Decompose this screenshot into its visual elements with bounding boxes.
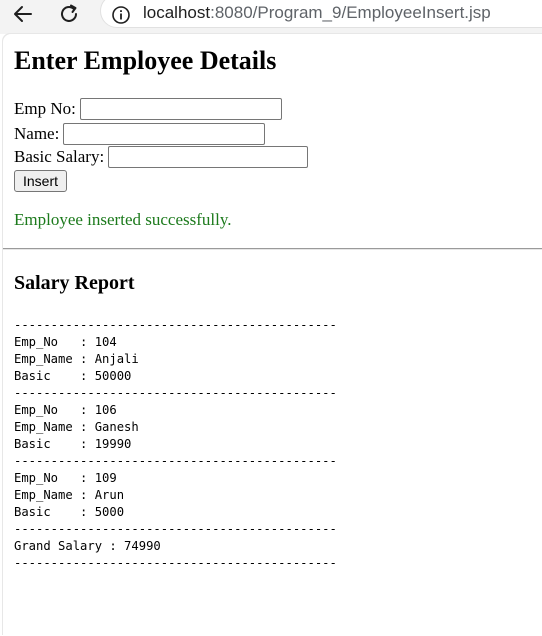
info-icon[interactable] bbox=[111, 5, 131, 25]
empno-row: Emp No: bbox=[14, 98, 282, 120]
salary-report: ----------------------------------------… bbox=[14, 317, 337, 572]
report-line: ----------------------------------------… bbox=[14, 386, 337, 400]
report-line: ----------------------------------------… bbox=[14, 454, 337, 468]
address-bar[interactable]: localhost:8080/Program_9/EmployeeInsert.… bbox=[100, 0, 542, 28]
salary-input[interactable] bbox=[108, 146, 309, 168]
insert-button[interactable]: Insert bbox=[14, 170, 68, 192]
page-viewport: Enter Employee Details Emp No: Name: Bas… bbox=[3, 34, 542, 636]
back-button[interactable] bbox=[6, 0, 40, 28]
report-title: Salary Report bbox=[14, 272, 135, 294]
url-path: :8080/Program_9/EmployeeInsert.jsp bbox=[210, 3, 491, 22]
report-line: Basic : 5000 bbox=[14, 505, 125, 519]
report-line: Emp_Name : Ganesh bbox=[14, 420, 139, 434]
report-line: Basic : 50000 bbox=[14, 369, 132, 383]
report-line: ----------------------------------------… bbox=[14, 556, 337, 570]
page-title: Enter Employee Details bbox=[14, 46, 277, 75]
name-row: Name: bbox=[14, 123, 266, 145]
name-label: Name: bbox=[14, 124, 60, 143]
empno-label: Emp No: bbox=[14, 99, 76, 118]
report-line: Emp_No : 104 bbox=[14, 335, 117, 349]
report-line: Emp_No : 109 bbox=[14, 471, 117, 485]
arrow-left-icon bbox=[14, 6, 32, 22]
url-host: localhost bbox=[143, 3, 211, 22]
report-line: ----------------------------------------… bbox=[14, 318, 337, 332]
salary-label: Basic Salary: bbox=[14, 147, 105, 166]
empno-input[interactable] bbox=[79, 98, 282, 120]
report-line: Grand Salary : 74990 bbox=[14, 539, 161, 553]
url-text[interactable]: localhost:8080/Program_9/EmployeeInsert.… bbox=[143, 3, 491, 23]
report-line: ----------------------------------------… bbox=[14, 522, 337, 536]
status-message: Employee inserted successfully. bbox=[14, 210, 232, 229]
name-input[interactable] bbox=[63, 123, 266, 145]
report-line: Emp_No : 106 bbox=[14, 403, 117, 417]
report-line: Emp_Name : Arun bbox=[14, 488, 125, 502]
browser-toolbar: localhost:8080/Program_9/EmployeeInsert.… bbox=[0, 0, 542, 34]
reload-icon bbox=[61, 4, 77, 22]
divider bbox=[3, 248, 542, 250]
report-line: Basic : 19990 bbox=[14, 437, 132, 451]
report-line: Emp_Name : Anjali bbox=[14, 352, 139, 366]
salary-row: Basic Salary: bbox=[14, 146, 309, 168]
reload-button[interactable] bbox=[52, 0, 86, 28]
